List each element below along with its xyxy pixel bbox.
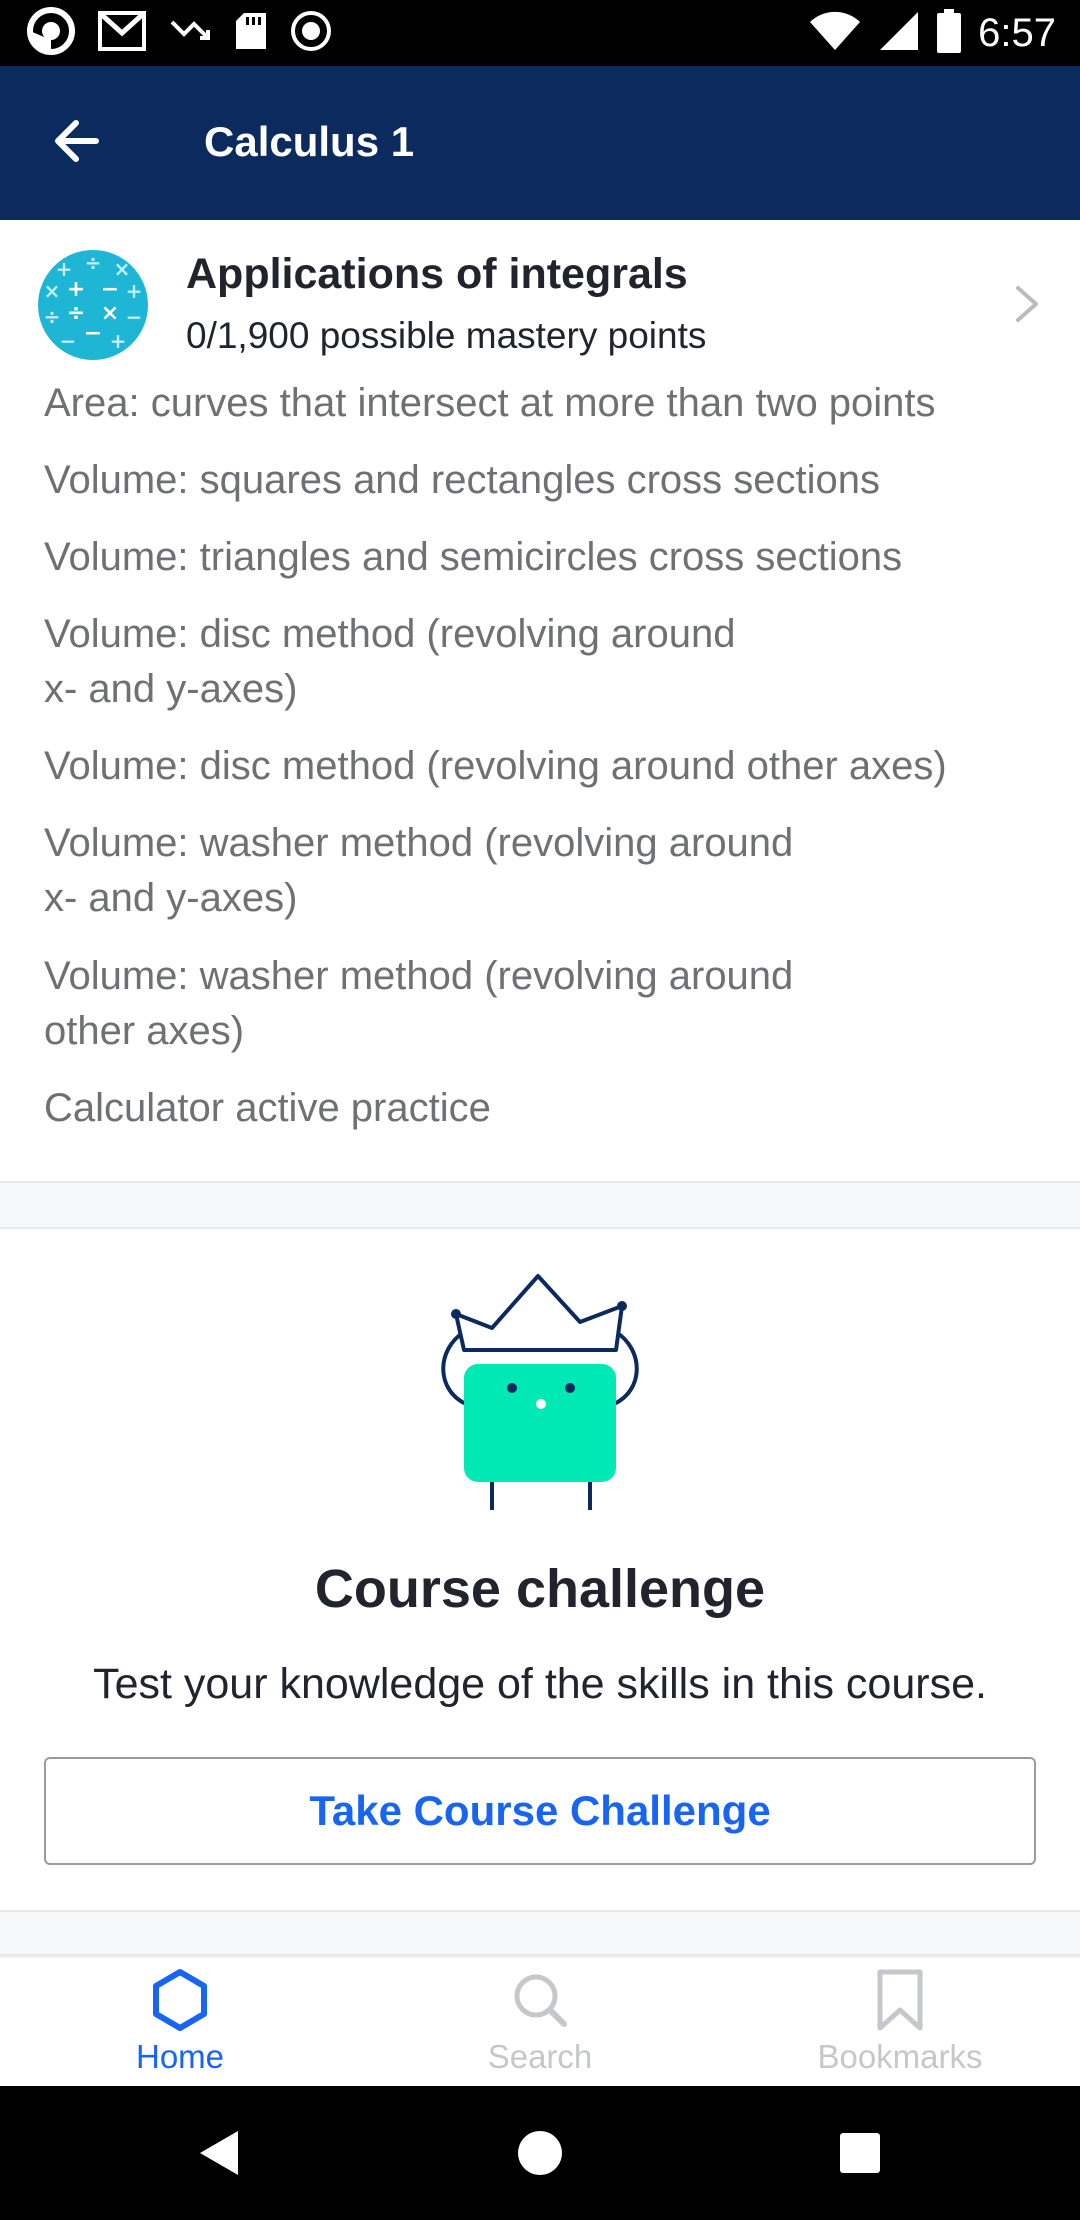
- svg-text:−: −: [60, 329, 77, 353]
- skill-line: Area: curves that intersect at more than…: [44, 381, 936, 425]
- record-icon: [290, 10, 332, 57]
- svg-text:÷: ÷: [85, 251, 102, 275]
- signal-icon: [878, 10, 920, 57]
- system-recents-icon[interactable]: [830, 2123, 890, 2183]
- svg-text:−: −: [126, 305, 143, 329]
- skill-line: other axes): [44, 1009, 245, 1053]
- back-button[interactable]: [40, 113, 112, 173]
- skill-line: Volume: squares and rectangles cross sec…: [44, 458, 880, 502]
- wifi-icon: [808, 10, 862, 57]
- arrow-left-icon: [52, 119, 100, 168]
- skill-line: Volume: disc method (revolving around ot…: [44, 744, 947, 788]
- search-icon: [510, 1968, 570, 2032]
- skill-line: Volume: washer method (revolving around: [44, 821, 794, 865]
- challenge-description: Test your knowledge of the skills in thi…: [93, 1660, 987, 1708]
- skill-item[interactable]: Calculator active practice: [44, 1081, 1044, 1136]
- hexagon-home-icon: [150, 1968, 210, 2032]
- chevron-right-icon: [1012, 282, 1042, 326]
- battery-icon: [936, 8, 962, 58]
- bookmark-icon: [870, 1968, 930, 2032]
- unit-title: Applications of integrals: [186, 250, 688, 298]
- skill-line: Volume: washer method (revolving around: [44, 954, 794, 998]
- nav-label: Bookmarks: [817, 2038, 983, 2075]
- crowned-character-illustration: [430, 1270, 650, 1520]
- skill-line: Calculator active practice: [44, 1086, 491, 1130]
- math-operators-icon: + ÷ × × + ÷ − − + + − ÷ × −: [38, 250, 148, 360]
- svg-text:÷: ÷: [67, 301, 85, 326]
- status-time: 6:57: [978, 10, 1056, 55]
- take-course-challenge-button[interactable]: Take Course Challenge: [44, 1757, 1036, 1865]
- bottom-nav: Home Search Bookmarks: [0, 1956, 1080, 2086]
- nav-label: Home: [135, 2038, 225, 2075]
- status-bar: 6:57: [0, 0, 1080, 66]
- nav-search[interactable]: Search: [360, 1958, 720, 2088]
- svg-text:×: ×: [101, 301, 119, 326]
- svg-text:+: +: [67, 277, 85, 302]
- status-bar-system: 6:57: [808, 8, 1056, 58]
- app-bar: Calculus 1: [0, 66, 1080, 220]
- status-bar-notifications: [26, 6, 332, 57]
- svg-text:+: +: [126, 279, 143, 303]
- missed-call-icon: [168, 16, 212, 51]
- svg-text:÷: ÷: [44, 305, 61, 329]
- skill-item[interactable]: Volume: washer method (revolving around …: [44, 816, 1044, 926]
- skill-line: Volume: disc method (revolving around: [44, 612, 736, 656]
- svg-text:−: −: [84, 321, 102, 346]
- skill-line: x- and y-axes): [44, 876, 298, 920]
- skill-item[interactable]: Volume: triangles and semicircles cross …: [44, 530, 1044, 585]
- skill-item[interactable]: Volume: washer method (revolving around …: [44, 949, 1044, 1059]
- svg-text:−: −: [101, 277, 119, 302]
- skill-item[interactable]: Volume: disc method (revolving around x-…: [44, 607, 1044, 717]
- nav-bookmarks[interactable]: Bookmarks: [720, 1958, 1080, 2088]
- system-nav-bar: [0, 2086, 1080, 2220]
- unit-header[interactable]: + ÷ × × + ÷ − − + + − ÷ × − Applications of int…: [0, 220, 1080, 370]
- sd-card-icon: [234, 11, 268, 56]
- challenge-title: Course challenge: [314, 1559, 766, 1619]
- system-home-icon[interactable]: [510, 2123, 570, 2183]
- system-back-icon[interactable]: [190, 2123, 250, 2183]
- section-divider: [0, 1181, 1080, 1229]
- page-title: Calculus 1: [204, 118, 415, 165]
- app-notification-icon: [26, 6, 76, 61]
- skill-line: x- and y-axes): [44, 667, 298, 711]
- svg-text:×: ×: [44, 279, 61, 303]
- skill-item[interactable]: Area: curves that intersect at more than…: [44, 376, 1044, 431]
- nav-label: Search: [487, 2038, 593, 2075]
- skill-item[interactable]: Volume: squares and rectangles cross sec…: [44, 453, 1044, 508]
- skill-item[interactable]: Volume: disc method (revolving around ot…: [44, 739, 1044, 794]
- skill-line: Volume: triangles and semicircles cross …: [44, 535, 903, 579]
- nav-home[interactable]: Home: [0, 1958, 360, 2088]
- svg-text:+: +: [110, 329, 127, 353]
- section-divider: [0, 1910, 1080, 1956]
- mastery-points: 0/1,900 possible mastery points: [186, 315, 707, 356]
- gmail-icon: [98, 10, 146, 56]
